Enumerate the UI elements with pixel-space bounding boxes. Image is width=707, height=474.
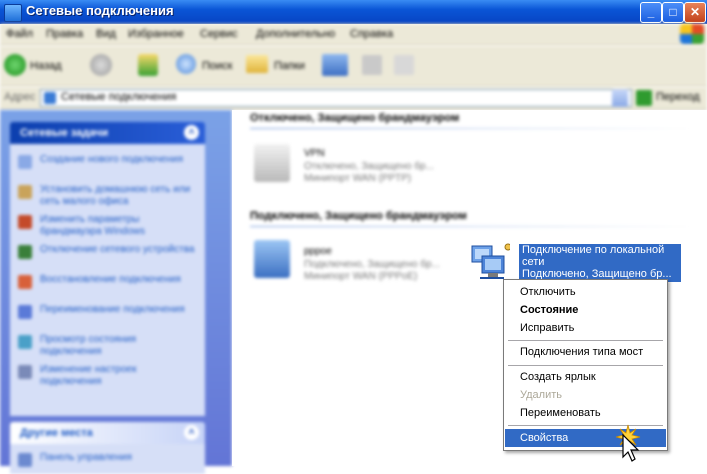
vpn-status: Отключено, Защищено бр... [304, 161, 434, 172]
task-label[interactable]: Изменение настроек подключения [40, 364, 200, 388]
task-label[interactable]: Изменить параметры брандмауэра Windows [40, 214, 200, 238]
lan-connection-icon[interactable] [470, 242, 510, 284]
disable-device-icon [18, 245, 32, 259]
menu-separator [508, 365, 663, 366]
task-label[interactable]: Восстановление подключения [40, 274, 200, 286]
task-label[interactable]: Установить домашнюю сеть или сеть малого… [40, 184, 200, 208]
collapse-icon[interactable]: ˄ [184, 425, 199, 440]
other-places-header[interactable]: Другие места ˄ [10, 422, 205, 444]
menu-view[interactable]: Вид [96, 28, 116, 40]
address-bar: Адрес Сетевые подключения Переход [0, 87, 707, 110]
task-pane: Сетевые задачи ˄ Создание нового подключ… [0, 110, 232, 474]
menu-help[interactable]: Справка [350, 28, 393, 40]
go-button[interactable]: Переход [656, 91, 700, 103]
status-icon [18, 335, 32, 349]
network-tasks-title: Сетевые задачи [20, 127, 109, 139]
lan-name-line2: сети [522, 256, 545, 268]
address-label: Адрес [4, 91, 36, 103]
search-label[interactable]: Поиск [202, 60, 232, 72]
group-header-connected: Подключено, Защищено брандмауэром [250, 210, 690, 227]
back-label[interactable]: Назад [30, 60, 62, 72]
task-label[interactable]: Создание нового подключения [40, 154, 200, 166]
menu-item-delete[interactable]: Удалить [505, 386, 666, 404]
menu-item-create-shortcut[interactable]: Создать ярлык [505, 368, 666, 386]
toolbar: Назад Поиск Папки [0, 46, 707, 87]
menu-item-label: Подключения типа мост [520, 346, 644, 358]
menu-item-label: Отключить [520, 286, 576, 298]
group-title: Отключено, Защищено брандмауэром [250, 112, 460, 124]
copy-icon[interactable] [362, 55, 382, 75]
menu-item-label: Состояние [520, 304, 579, 316]
maximize-button[interactable]: □ [662, 2, 684, 23]
group-divider [250, 128, 690, 129]
menu-advanced[interactable]: Дополнительно [256, 28, 335, 40]
home-network-icon [18, 185, 32, 199]
menu-bar: Файл Правка Вид Избранное Сервис Дополни… [0, 24, 707, 46]
menu-item-repair[interactable]: Исправить [505, 319, 666, 337]
menu-item-status[interactable]: Состояние [505, 301, 666, 319]
rename-icon [18, 305, 32, 319]
address-input[interactable]: Сетевые подключения [40, 89, 632, 107]
window-title: Сетевые подключения [26, 3, 174, 18]
menu-item-rename[interactable]: Переименовать [505, 404, 666, 422]
close-button[interactable]: ✕ [684, 2, 706, 23]
vpn-name[interactable]: VPN [304, 148, 325, 159]
pppoe-connection-icon[interactable] [254, 240, 290, 278]
menu-item-label: Свойства [520, 432, 569, 444]
menu-separator [508, 340, 663, 341]
menu-item-label: Создать ярлык [520, 371, 596, 383]
up-folder-icon[interactable] [138, 54, 158, 76]
pppoe-name[interactable]: pppoe [304, 246, 332, 257]
folders-icon[interactable] [246, 55, 268, 73]
repair-icon [18, 275, 32, 289]
chevron-down-icon[interactable] [612, 89, 628, 107]
place-label[interactable]: Панель управления [40, 452, 200, 464]
forward-arrow-icon[interactable] [90, 54, 112, 76]
menu-tools[interactable]: Сервис [200, 28, 238, 40]
network-folder-icon [44, 92, 56, 104]
menu-item-label: Удалить [520, 389, 562, 401]
title-bar: Сетевые подключения _ □ ✕ [0, 0, 707, 24]
minimize-button[interactable]: _ [640, 2, 662, 23]
group-divider [250, 226, 690, 227]
menu-item-bridge[interactable]: Подключения типа мост [505, 343, 666, 361]
go-arrow-icon[interactable] [636, 90, 652, 106]
group-title: Подключено, Защищено брандмауэром [250, 210, 467, 222]
lan-name-line1: Подключение по локальной [522, 244, 665, 256]
task-label[interactable]: Отключение сетевого устройства [40, 244, 200, 256]
task-label[interactable]: Просмотр состояния подключения [40, 334, 200, 358]
menu-item-label: Исправить [520, 322, 575, 334]
windows-logo-icon [680, 24, 704, 44]
new-connection-icon [18, 155, 32, 169]
menu-item-label: Переименовать [520, 407, 601, 419]
pppoe-device: Минипорт WAN (PPPoE) [304, 271, 418, 282]
settings-icon [18, 365, 32, 379]
firewall-icon [18, 215, 32, 229]
task-label[interactable]: Переименование подключения [40, 304, 200, 316]
control-panel-icon [18, 453, 32, 467]
network-tasks-header[interactable]: Сетевые задачи ˄ [10, 122, 205, 144]
menu-favorites[interactable]: Избранное [128, 28, 184, 40]
collapse-icon[interactable]: ˄ [184, 125, 199, 140]
other-places-panel: Панель управления [10, 444, 205, 474]
vpn-connection-icon[interactable] [254, 144, 290, 182]
move-icon[interactable] [394, 55, 414, 75]
back-arrow-icon[interactable] [4, 54, 26, 76]
lan-connection-label[interactable]: Подключение по локальной сети Подключено… [519, 244, 681, 282]
address-value: Сетевые подключения [61, 91, 177, 103]
vpn-device: Минипорт WAN (PPTP) [304, 173, 412, 184]
views-icon[interactable] [322, 54, 348, 76]
menu-item-disconnect[interactable]: Отключить [505, 283, 666, 301]
menu-file[interactable]: Файл [6, 28, 33, 40]
network-tasks-panel: Создание нового подключения Установить д… [10, 144, 205, 416]
pppoe-status: Подключено, Защищено бр... [304, 259, 440, 270]
folders-label[interactable]: Папки [274, 60, 305, 72]
menu-edit[interactable]: Правка [46, 28, 83, 40]
search-icon[interactable] [176, 54, 196, 74]
group-header-disconnected: Отключено, Защищено брандмауэром [250, 112, 690, 129]
mouse-cursor-icon [615, 424, 641, 462]
other-places-title: Другие места [20, 427, 93, 439]
network-folder-icon [4, 4, 22, 22]
